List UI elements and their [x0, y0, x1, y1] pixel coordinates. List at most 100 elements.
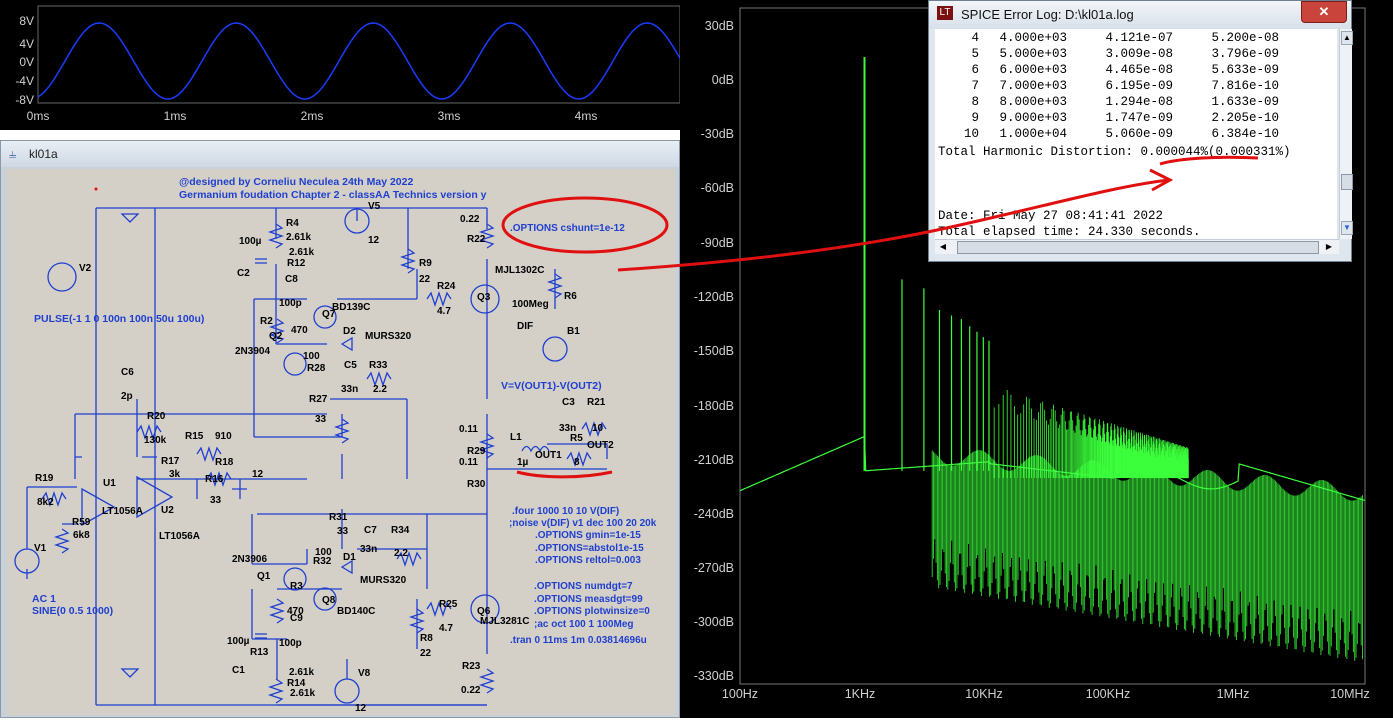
- harmonic-cell-n: 5: [971, 47, 979, 61]
- label-q1: Q1: [257, 571, 271, 582]
- log-text-area[interactable]: 4 4.000e+03 4.121e-07 5.200e-08 5 5.000e+03 3.…: [935, 29, 1337, 239]
- waveform-plot-panel[interactable]: 8V 4V 0V -4V -8V 0ms 1ms 2ms 3ms 4ms: [0, 0, 681, 130]
- harmonic-cell-a: 3.009e-08: [1105, 47, 1173, 61]
- log-titlebar[interactable]: LT SPICE Error Log: D:\kl01a.log ✕: [929, 1, 1351, 29]
- wave-y-label: 4V: [19, 37, 34, 51]
- label-r19-value: 8k2: [37, 497, 54, 508]
- horizontal-scrollbar-thumb[interactable]: [957, 241, 1319, 254]
- wave-x-label: 2ms: [301, 109, 324, 123]
- harmonic-cell-a: 1.294e-08: [1105, 95, 1173, 109]
- label-c1: C1: [232, 665, 245, 676]
- fft-x-label: 1KHz: [845, 687, 876, 701]
- wave-y-label: -8V: [15, 93, 34, 107]
- source-b1: [542, 336, 568, 362]
- directive: .OPTIONS gmin=1e-15: [535, 530, 641, 541]
- label-r9: R9: [419, 258, 432, 269]
- label-r29a-value: 0.11: [459, 424, 478, 435]
- label-r18-value: 12: [252, 469, 264, 480]
- harmonic-row: 10 1.000e+04 5.060e-09 6.384e-10: [935, 127, 1335, 143]
- label-r59-value: 6k8: [73, 530, 90, 541]
- scroll-right-icon[interactable]: ▶: [1323, 241, 1335, 252]
- fft-x-label: 10MHz: [1330, 687, 1370, 701]
- spice-error-log-window[interactable]: LT SPICE Error Log: D:\kl01a.log ✕ 4 4.00…: [928, 0, 1353, 262]
- label-c8-value: 100p: [279, 298, 302, 309]
- label-r3: R3: [290, 581, 303, 592]
- directive: ;ac oct 100 1 100Meg: [534, 619, 634, 630]
- label-out1: OUT1: [535, 450, 562, 461]
- directive: .OPTIONS plotwinsize=0: [534, 606, 650, 617]
- harmonic-cell-f: 5.000e+03: [999, 47, 1067, 61]
- label-r59: R59: [72, 517, 91, 528]
- label-c2-value: 100µ: [239, 236, 262, 247]
- label-c8: C8: [285, 274, 298, 285]
- label-r31: R31: [329, 512, 348, 523]
- label-r29b-value: 0.11: [459, 457, 478, 468]
- close-button[interactable]: ✕: [1301, 1, 1347, 23]
- fft-y-label: -180dB: [694, 399, 734, 413]
- vertical-scrollbar[interactable]: ▲ ▼: [1339, 29, 1353, 239]
- fft-x-label: 1MHz: [1217, 687, 1250, 701]
- label-r21-value: 10: [592, 423, 604, 434]
- resistor-r3: [268, 598, 286, 624]
- harmonic-cell-n: 7: [971, 79, 979, 93]
- fft-y-label: -210dB: [694, 453, 734, 467]
- harmonic-cell-f: 8.000e+03: [999, 95, 1067, 109]
- label-r20-value: 130k: [144, 435, 167, 446]
- label-u2-part: LT1056A: [159, 531, 200, 542]
- options-cshunt: .OPTIONS cshunt=1e-12: [510, 223, 625, 234]
- schematic-titlebar[interactable]: ⫨ kl01a: [1, 141, 679, 167]
- label-r15-value: 910: [215, 431, 232, 442]
- log-date: Date: Fri May 27 08:41:41 2022: [938, 209, 1164, 223]
- harmonic-cell-b: 6.384e-10: [1211, 127, 1279, 141]
- label-r6-value: 100Meg: [512, 299, 549, 310]
- harmonic-row: 9 9.000e+03 1.747e-09 2.205e-10: [935, 111, 1335, 127]
- schematic-canvas[interactable]: @designed by Corneliu Neculea 24th May 2…: [7, 169, 675, 715]
- label-v2: V2: [79, 263, 92, 274]
- label-q8: Q8: [322, 595, 336, 606]
- label-v1: V1: [34, 543, 47, 554]
- label-out2: OUT2: [587, 440, 614, 451]
- schematic-components: [14, 208, 607, 704]
- label-mjl3281c: MJL3281C: [480, 616, 529, 627]
- scroll-up-icon[interactable]: ▲: [1341, 31, 1353, 45]
- label-dif: DIF: [517, 321, 533, 332]
- harmonic-cell-f: 9.000e+03: [999, 111, 1067, 125]
- fft-y-label: -150dB: [694, 344, 734, 358]
- harmonic-row: 5 5.000e+03 3.009e-08 3.796e-09: [935, 47, 1335, 63]
- wave-x-label: 1ms: [164, 109, 187, 123]
- scroll-left-icon[interactable]: ◀: [937, 241, 949, 252]
- scroll-down-icon[interactable]: ▼: [1341, 221, 1353, 235]
- harmonic-cell-a: 5.060e-09: [1105, 127, 1173, 141]
- label-bd139c: BD139C: [332, 302, 370, 313]
- scrollbar-thumb[interactable]: [1341, 174, 1353, 190]
- wave-x-label: 4ms: [575, 109, 598, 123]
- label-r25-value: 4.7: [439, 623, 453, 634]
- thd-line: Total Harmonic Distortion: 0.000044%(0.0…: [938, 145, 1291, 159]
- fft-y-label: 0dB: [712, 73, 734, 87]
- schematic-app-icon: ⫨: [9, 146, 17, 161]
- label-c7-value: 33n: [360, 544, 377, 555]
- label-r24: R24: [437, 281, 456, 292]
- fft-y-label: -60dB: [701, 181, 734, 195]
- source-v8: [334, 678, 360, 704]
- design-subtitle: Germanium foudation Chapter 2 - classAA …: [179, 189, 487, 201]
- close-icon: ✕: [1318, 4, 1330, 19]
- fft-y-label: -120dB: [694, 290, 734, 304]
- harmonic-cell-a: 1.747e-09: [1105, 111, 1173, 125]
- wave-y-label: 8V: [19, 14, 34, 28]
- label-q3: Q3: [477, 292, 491, 303]
- label-r31-value: 33: [337, 526, 349, 537]
- horizontal-scrollbar[interactable]: ◀ ▶: [935, 239, 1339, 254]
- label-r2: R2: [260, 316, 273, 327]
- label-r25: R25: [439, 599, 458, 610]
- label-r34-value: 2.2: [394, 548, 408, 559]
- directive: .OPTIONS measdgt=99: [534, 594, 643, 605]
- schematic-window[interactable]: ⫨ kl01a @designed by Corneliu Neculea 24…: [0, 140, 680, 718]
- label-v5: V5: [368, 201, 381, 212]
- fft-x-label: 10KHz: [965, 687, 1003, 701]
- label-mjl1302c: MJL1302C: [495, 265, 544, 276]
- label-r13-value: 2.61k: [289, 667, 314, 678]
- label-r23-value: 0.22: [461, 685, 481, 696]
- diff-voltage-expression: V=V(OUT1)-V(OUT2): [501, 380, 602, 392]
- label-r2-value: 470: [291, 325, 308, 336]
